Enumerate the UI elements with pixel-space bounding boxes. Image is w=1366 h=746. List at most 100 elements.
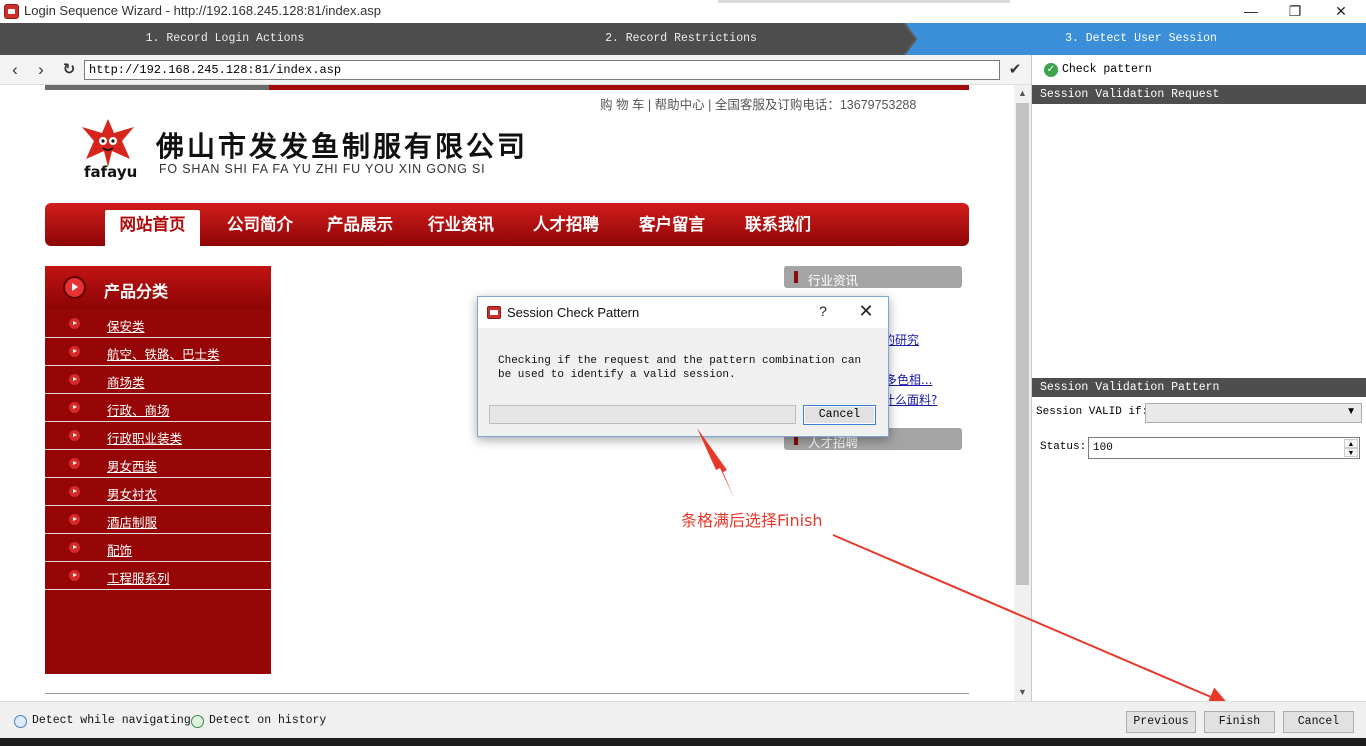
chevron-left-icon[interactable]: ‹ [5, 60, 25, 80]
wizard-step-3[interactable]: 3. Detect User Session [916, 23, 1366, 55]
title-bar: Login Sequence Wizard - http://192.168.2… [0, 0, 1366, 23]
company-name: 佛山市发发鱼制服有限公司 [156, 130, 529, 163]
dialog-cancel-button[interactable]: Cancel [803, 405, 876, 425]
site-top-links[interactable]: 购 物 车 | 帮助中心 | 全国客服及订购电话：13679753288 [600, 94, 916, 113]
news-title: 行业资讯 [808, 273, 859, 288]
status-label: Status: [1040, 441, 1087, 453]
category-panel: 产品分类 保安类 航空、铁路、巴士类 商场类 行政、商场 行政职业装类 男女西装… [45, 266, 271, 674]
nav-about[interactable]: 公司简介 [227, 203, 293, 246]
restore-button[interactable]: ❐ [1272, 0, 1318, 23]
category-item-label[interactable]: 工程服系列 [107, 568, 170, 587]
category-item[interactable]: 男女西装 [45, 450, 271, 478]
refresh-icon[interactable]: ↻ [59, 60, 79, 80]
category-item-label[interactable]: 商场类 [107, 372, 145, 391]
annotation-text: 条格满后选择Finish [681, 511, 823, 530]
bullet-icon [69, 458, 80, 469]
nav-home[interactable]: 网站首页 [105, 210, 200, 246]
detect-navigating-icon [14, 715, 27, 728]
spin-down-icon[interactable]: ▼ [1344, 448, 1358, 457]
nav-news[interactable]: 行业资讯 [428, 203, 494, 246]
category-item[interactable]: 行政、商场 [45, 394, 271, 422]
category-item-label[interactable]: 男女衬衣 [107, 484, 157, 503]
session-check-dialog: Session Check Pattern ? ✕ Checking if th… [477, 296, 889, 437]
category-header: 产品分类 [45, 266, 271, 309]
news-link[interactable]: 多色相... [885, 371, 932, 388]
category-item-label[interactable]: 酒店制服 [107, 512, 157, 531]
status-field[interactable]: 100 ▲ ▼ [1088, 437, 1360, 459]
window-title: Login Sequence Wizard - http://192.168.2… [24, 3, 382, 18]
title-bar-strip [718, 0, 1010, 3]
checkmark-icon[interactable]: ✔ [1005, 60, 1025, 80]
dialog-message: Checking if the request and the pattern … [498, 355, 862, 381]
bullet-icon [69, 374, 80, 385]
valid-if-select[interactable]: ▼ [1145, 403, 1362, 423]
brand-short-name: fafayu [84, 163, 138, 181]
close-window-button[interactable]: ✕ [1318, 0, 1364, 23]
valid-if-label: Session VALID if: [1036, 406, 1149, 418]
category-item[interactable]: 商场类 [45, 366, 271, 394]
category-item[interactable]: 酒店制服 [45, 506, 271, 534]
wizard-step-1[interactable]: 1. Record Login Actions [0, 23, 450, 55]
wizard-footer: Detect while navigating Detect on histor… [0, 701, 1366, 738]
cancel-button[interactable]: Cancel [1283, 711, 1354, 733]
chevron-right-icon[interactable]: › [31, 60, 51, 80]
app-icon [4, 4, 19, 19]
help-icon[interactable]: ? [814, 303, 832, 319]
taskbar [0, 738, 1366, 746]
scroll-down-icon[interactable]: ▼ [1014, 684, 1031, 701]
check-pattern-button[interactable]: Check pattern [1062, 63, 1152, 76]
category-item[interactable]: 行政职业装类 [45, 422, 271, 450]
wizard-step-2[interactable]: 2. Record Restrictions [456, 23, 906, 55]
bullet-icon [69, 542, 80, 553]
category-title: 产品分类 [104, 282, 169, 301]
category-item[interactable]: 航空、铁路、巴士类 [45, 338, 271, 366]
bullet-icon [69, 514, 80, 525]
detect-history-button[interactable]: Detect on history [209, 714, 326, 727]
minimize-button[interactable]: — [1228, 0, 1274, 23]
nav-products[interactable]: 产品展示 [327, 203, 393, 246]
detect-history-icon [191, 715, 204, 728]
category-item-label[interactable]: 行政职业装类 [107, 428, 182, 447]
nav-jobs[interactable]: 人才招聘 [533, 203, 599, 246]
check-circle-icon: ✓ [1044, 63, 1058, 77]
category-item[interactable]: 男女衬衣 [45, 478, 271, 506]
app-icon [487, 306, 501, 319]
company-pinyin: FO SHAN SHI FA FA YU ZHI FU YOU XIN GONG… [159, 162, 486, 176]
browser-nav-bar: ‹ › ↻ http://192.168.245.128:81/index.as… [0, 55, 1031, 85]
nav-messages[interactable]: 客户留言 [639, 203, 705, 246]
previous-button[interactable]: Previous [1126, 711, 1196, 733]
site-top-bar [45, 85, 969, 90]
wizard-steps: 1. Record Login Actions 2. Record Restri… [0, 23, 1366, 55]
dialog-title: Session Check Pattern [507, 305, 640, 320]
url-input[interactable]: http://192.168.245.128:81/index.asp [84, 60, 1000, 80]
category-item[interactable]: 工程服系列 [45, 562, 271, 590]
session-panel: ✓ Check pattern Session Validation Reque… [1031, 55, 1366, 701]
request-area[interactable] [1032, 104, 1366, 376]
bullet-icon [69, 402, 80, 413]
bullet-icon [69, 486, 80, 497]
spin-up-icon[interactable]: ▲ [1344, 439, 1358, 448]
play-circle-icon [65, 278, 84, 297]
scrollbar-thumb[interactable] [1016, 103, 1029, 585]
bullet-icon [69, 318, 80, 329]
category-item-label[interactable]: 男女西装 [107, 456, 157, 475]
nav-contact[interactable]: 联系我们 [745, 203, 811, 246]
category-item-label[interactable]: 航空、铁路、巴士类 [107, 344, 220, 363]
dialog-header: Session Check Pattern ? ✕ [478, 297, 888, 328]
category-item[interactable]: 保安类 [45, 310, 271, 338]
news-header-marker [794, 271, 798, 283]
news-link[interactable]: 什么面料? [883, 391, 937, 408]
progress-bar [489, 405, 796, 424]
category-item-label[interactable]: 行政、商场 [107, 400, 170, 419]
category-item-label[interactable]: 保安类 [107, 316, 145, 335]
finish-button[interactable]: Finish [1204, 711, 1275, 733]
viewport-scrollbar[interactable]: ▲ ▼ [1014, 85, 1031, 701]
news-header: 行业资讯 [784, 266, 962, 288]
detect-navigating-button[interactable]: Detect while navigating [32, 714, 191, 727]
bullet-icon [69, 570, 80, 581]
close-icon[interactable]: ✕ [855, 301, 877, 322]
category-item-label[interactable]: 配饰 [107, 540, 132, 559]
scroll-up-icon[interactable]: ▲ [1014, 85, 1031, 102]
category-item[interactable]: 配饰 [45, 534, 271, 562]
status-value: 100 [1093, 442, 1113, 454]
